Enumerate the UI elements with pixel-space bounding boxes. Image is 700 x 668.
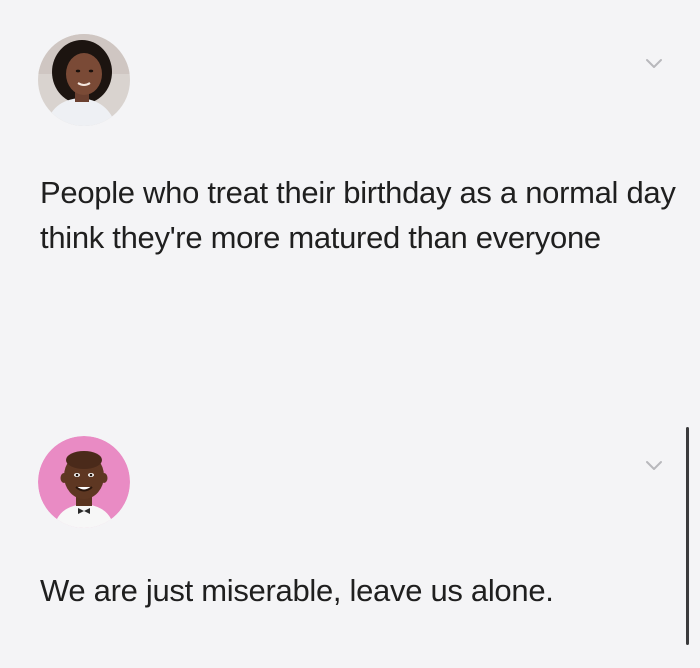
bitmoji-man-icon	[38, 436, 130, 528]
woman-portrait-icon	[38, 34, 130, 126]
tweet-text: We are just miserable, leave us alone.	[40, 573, 554, 608]
tweet-1[interactable]: People who treat their birthday as a nor…	[0, 0, 700, 410]
chevron-down-icon[interactable]	[644, 459, 664, 473]
tweet-text: People who treat their birthday as a nor…	[40, 175, 676, 255]
scrollbar[interactable]	[686, 427, 689, 645]
tweet-2[interactable]: We are just miserable, leave us alone.	[0, 410, 700, 668]
user-avatar-1[interactable]	[38, 34, 130, 126]
user-avatar-2[interactable]	[38, 436, 130, 528]
chevron-down-icon[interactable]	[644, 57, 664, 71]
